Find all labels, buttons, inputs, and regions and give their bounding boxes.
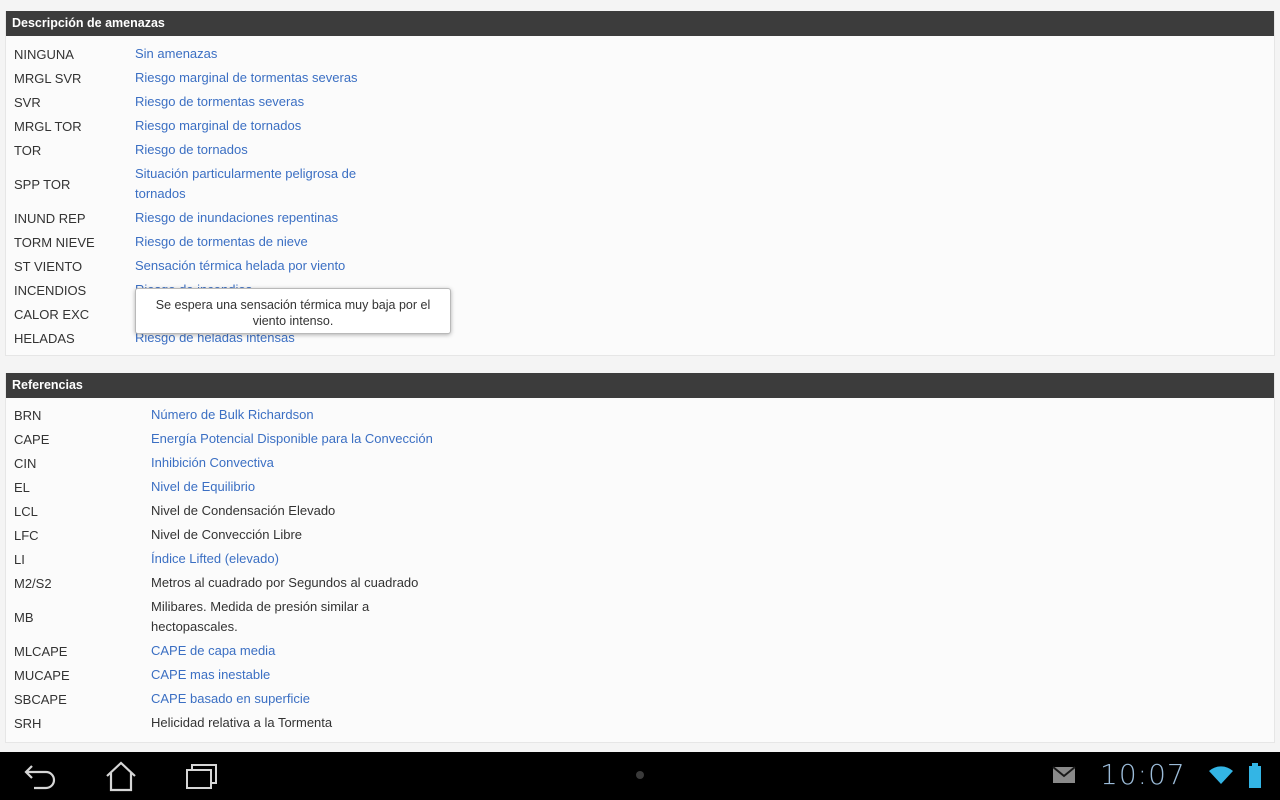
reference-row: MB Milibares. Medida de presión similar … xyxy=(6,595,1274,639)
threat-row: INUND REP Riesgo de inundaciones repenti… xyxy=(6,206,1274,230)
gmail-notification[interactable] xyxy=(1052,764,1078,786)
back-icon xyxy=(24,765,56,790)
reference-code: SRH xyxy=(14,715,42,731)
back-button[interactable] xyxy=(20,760,60,794)
reference-code: LFC xyxy=(14,527,39,543)
threat-link[interactable]: Riesgo de inundaciones repentinas xyxy=(135,208,375,228)
threat-code: SVR xyxy=(14,94,41,110)
reference-link[interactable]: Inhibición Convectiva xyxy=(151,453,401,473)
reference-code: MB xyxy=(14,609,34,625)
page: Descripción de amenazas NINGUNA Sin amen… xyxy=(0,0,1280,752)
reference-code: CAPE xyxy=(14,431,50,447)
reference-code: BRN xyxy=(14,407,42,423)
threat-link[interactable]: Sensación térmica helada por viento xyxy=(135,256,375,276)
tooltip-text: Se espera una sensación térmica muy baja… xyxy=(155,298,431,328)
threat-row: TORM NIEVE Riesgo de tormentas de nieve xyxy=(6,230,1274,254)
reference-row: MUCAPE CAPE mas inestable xyxy=(6,663,1274,687)
reference-text: Helicidad relativa a la Tormenta xyxy=(151,715,333,730)
reference-link[interactable]: Energía Potencial Disponible para la Con… xyxy=(151,429,451,449)
threat-code: INUND REP xyxy=(14,210,86,226)
references-panel: Referencias BRN Número de Bulk Richardso… xyxy=(5,373,1275,743)
reference-row: CAPE Energía Potencial Disponible para l… xyxy=(6,427,1274,451)
reference-row: SRH Helicidad relativa a la Tormenta xyxy=(6,711,1274,735)
reference-code: EL xyxy=(14,479,30,495)
threats-header: Descripción de amenazas xyxy=(6,11,1274,36)
reference-link[interactable]: CAPE de capa media xyxy=(151,641,401,661)
reference-row: LI Índice Lifted (elevado) xyxy=(6,547,1274,571)
clock: 10:07 xyxy=(1100,758,1186,791)
reference-link[interactable]: CAPE basado en superficie xyxy=(151,689,401,709)
reference-text: Milibares. Medida de presión similar a h… xyxy=(151,599,370,634)
reference-link[interactable]: Índice Lifted (elevado) xyxy=(151,549,401,569)
reference-row: M2/S2 Metros al cuadrado por Segundos al… xyxy=(6,571,1274,595)
reference-code: LI xyxy=(14,551,25,567)
threat-code: INCENDIOS xyxy=(14,282,87,298)
threat-link[interactable]: Riesgo marginal de tormentas severas xyxy=(135,68,375,88)
wifi-icon xyxy=(1209,766,1233,784)
reference-code: LCL xyxy=(14,503,38,519)
recent-apps-icon xyxy=(186,764,217,789)
threat-link[interactable]: Situación particularmente peligrosa de t… xyxy=(135,164,375,204)
threat-row: MRGL TOR Riesgo marginal de tornados xyxy=(6,114,1274,138)
tooltip: Se espera una sensación térmica muy baja… xyxy=(135,288,451,334)
threat-row: SPP TOR Situación particularmente peligr… xyxy=(6,162,1274,206)
reference-row: LCL Nivel de Condensación Elevado xyxy=(6,499,1274,523)
reference-text: Metros al cuadrado por Segundos al cuadr… xyxy=(151,575,419,590)
threat-code: CALOR EXC xyxy=(14,306,90,322)
home-icon xyxy=(106,761,136,792)
threat-row: NINGUNA Sin amenazas xyxy=(6,42,1274,66)
references-header: Referencias xyxy=(6,373,1274,398)
threat-code: TORM NIEVE xyxy=(14,234,95,250)
threat-row: ST VIENTO Sensación térmica helada por v… xyxy=(6,254,1274,278)
battery-status xyxy=(1247,762,1263,790)
reference-text: Nivel de Condensación Elevado xyxy=(151,503,336,518)
wifi-status xyxy=(1207,762,1235,788)
threat-link[interactable]: Riesgo marginal de tornados xyxy=(135,116,375,136)
threat-code: MRGL TOR xyxy=(14,118,82,134)
reference-code: MLCAPE xyxy=(14,643,68,659)
threat-code: SPP TOR xyxy=(14,176,71,192)
recent-apps-button[interactable] xyxy=(182,760,222,794)
threat-link[interactable]: Riesgo de tormentas severas xyxy=(135,92,375,112)
home-button[interactable] xyxy=(101,760,141,794)
threat-link[interactable]: Riesgo de tormentas de nieve xyxy=(135,232,375,252)
threat-code: TOR xyxy=(14,142,42,158)
reference-row: EL Nivel de Equilibrio xyxy=(6,475,1274,499)
threat-code: HELADAS xyxy=(14,330,75,346)
reference-link[interactable]: CAPE mas inestable xyxy=(151,665,401,685)
reference-code: MUCAPE xyxy=(14,667,70,683)
gmail-icon xyxy=(1052,766,1076,783)
reference-text: Nivel de Convección Libre xyxy=(151,527,303,542)
threat-code: MRGL SVR xyxy=(14,70,82,86)
reference-code: CIN xyxy=(14,455,37,471)
threat-row: MRGL SVR Riesgo marginal de tormentas se… xyxy=(6,66,1274,90)
reference-link[interactable]: Nivel de Equilibrio xyxy=(151,477,401,497)
threat-code: NINGUNA xyxy=(14,46,74,62)
threat-row: TOR Riesgo de tornados xyxy=(6,138,1274,162)
reference-row: SBCAPE CAPE basado en superficie xyxy=(6,687,1274,711)
page-indicator-dot xyxy=(636,771,644,779)
battery-icon xyxy=(1249,763,1261,788)
reference-row: CIN Inhibición Convectiva xyxy=(6,451,1274,475)
threat-link[interactable]: Riesgo de tornados xyxy=(135,140,375,160)
threat-row: SVR Riesgo de tormentas severas xyxy=(6,90,1274,114)
reference-row: MLCAPE CAPE de capa media xyxy=(6,639,1274,663)
reference-row: LFC Nivel de Convección Libre xyxy=(6,523,1274,547)
reference-code: SBCAPE xyxy=(14,691,67,707)
reference-row: BRN Número de Bulk Richardson xyxy=(6,403,1274,427)
threat-code: ST VIENTO xyxy=(14,258,83,274)
reference-code: M2/S2 xyxy=(14,575,52,591)
threat-link[interactable]: Sin amenazas xyxy=(135,44,375,64)
reference-link[interactable]: Número de Bulk Richardson xyxy=(151,405,401,425)
